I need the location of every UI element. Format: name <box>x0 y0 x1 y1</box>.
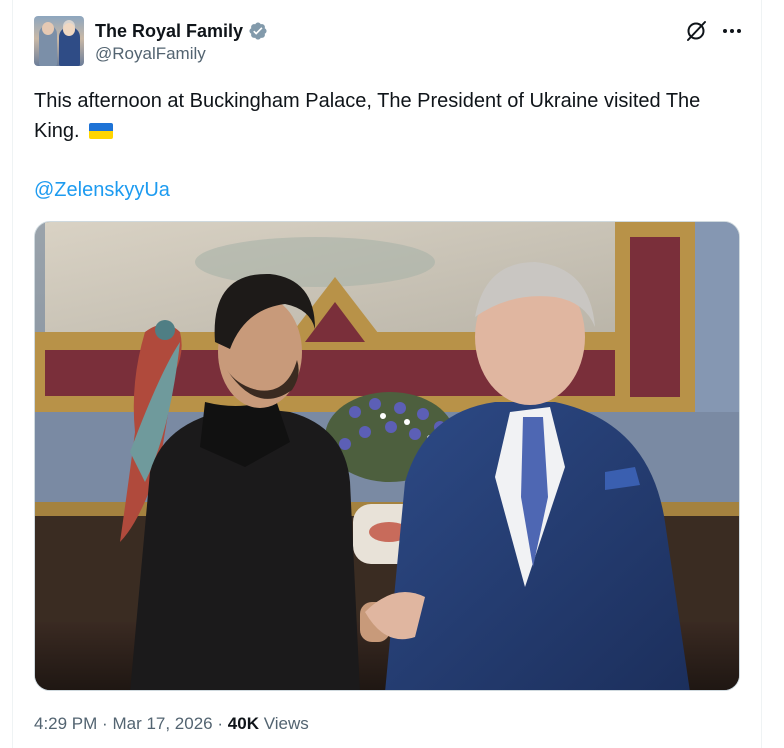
ukraine-flag-icon <box>89 123 114 139</box>
tweet-header: The Royal Family @RoyalFamily <box>34 16 744 70</box>
grok-icon[interactable] <box>684 19 708 43</box>
display-name[interactable]: The Royal Family <box>95 21 243 42</box>
mention-link[interactable]: @ZelenskyyUa <box>34 175 170 205</box>
photo-handshake-illustration <box>35 222 739 690</box>
tweet-time[interactable]: 4:29 PM <box>34 714 97 733</box>
tweet-text: This afternoon at Buckingham Palace, The… <box>34 86 734 146</box>
tweet-card: The Royal Family @RoyalFamily This after… <box>12 0 762 748</box>
handle[interactable]: @RoyalFamily <box>95 44 268 64</box>
meta-separator: · <box>217 714 224 733</box>
tweet-body: This afternoon at Buckingham Palace, The… <box>34 90 701 142</box>
tweet-photo[interactable] <box>34 221 740 691</box>
views-label[interactable]: Views <box>264 714 309 733</box>
tweet-meta: 4:29 PM · Mar 17, 2026 · 40K Views <box>34 712 309 736</box>
views-count[interactable]: 40K <box>228 714 259 733</box>
avatar[interactable] <box>34 16 84 66</box>
meta-separator: · <box>102 714 108 733</box>
author-names: The Royal Family @RoyalFamily <box>95 19 268 64</box>
more-icon[interactable] <box>720 19 744 43</box>
verified-badge-icon[interactable] <box>248 21 268 41</box>
tweet-date[interactable]: Mar 17, 2026 <box>112 714 212 733</box>
